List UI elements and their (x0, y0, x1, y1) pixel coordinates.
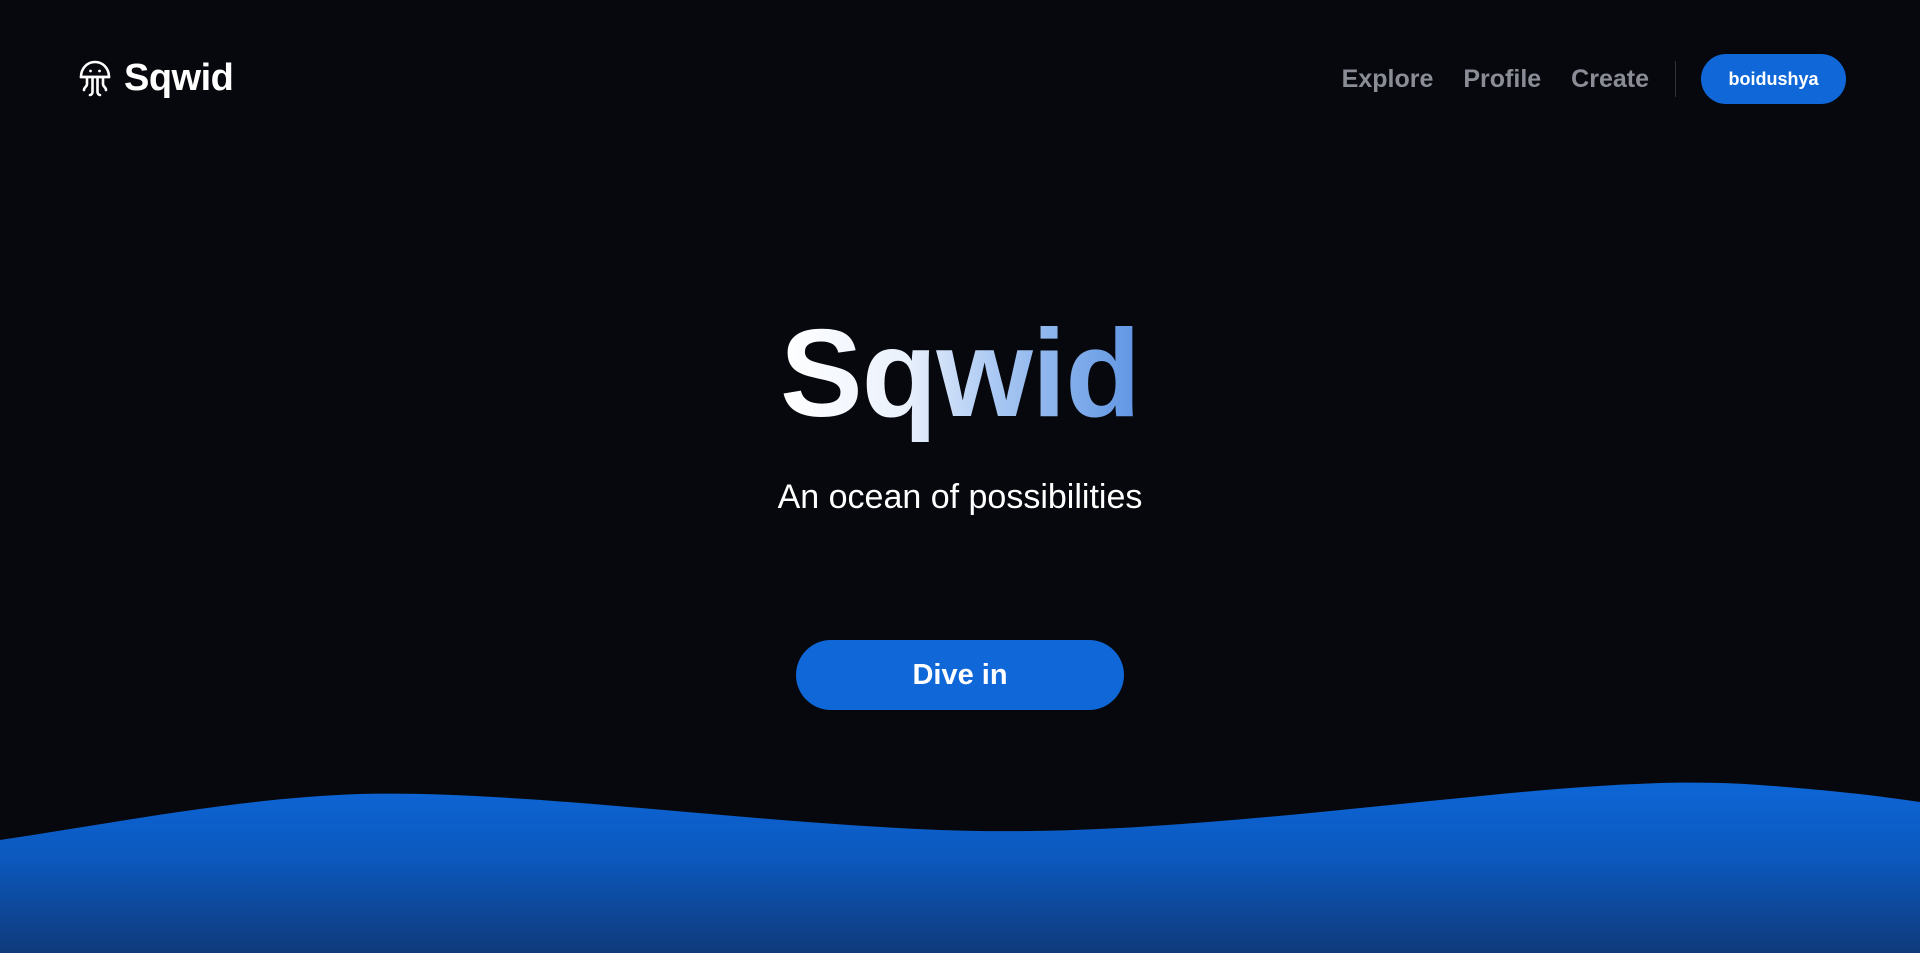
jellyfish-icon (79, 60, 111, 97)
landing-page: Sqwid Explore Profile Create boidushya S… (0, 0, 1920, 953)
nav-divider (1675, 61, 1676, 97)
hero: Sqwid (0, 300, 1920, 449)
brand-name: Sqwid (124, 57, 234, 99)
nav-link-profile[interactable]: Profile (1463, 65, 1541, 94)
dive-in-button[interactable]: Dive in (796, 640, 1124, 710)
nav-links: Explore Profile Create boidushya (1342, 54, 1846, 104)
hero-subtitle: An ocean of possibilities (777, 478, 1143, 516)
nav-link-create[interactable]: Create (1571, 65, 1649, 94)
nav-link-explore[interactable]: Explore (1342, 65, 1434, 94)
ocean-wave (0, 782, 1920, 953)
navbar: Sqwid Explore Profile Create boidushya (0, 0, 1920, 160)
hero-title: Sqwid (780, 300, 1141, 449)
account-button[interactable]: boidushya (1701, 54, 1846, 104)
brand-logo-link[interactable]: Sqwid (78, 56, 234, 100)
cta-container: Dive in (0, 640, 1920, 710)
